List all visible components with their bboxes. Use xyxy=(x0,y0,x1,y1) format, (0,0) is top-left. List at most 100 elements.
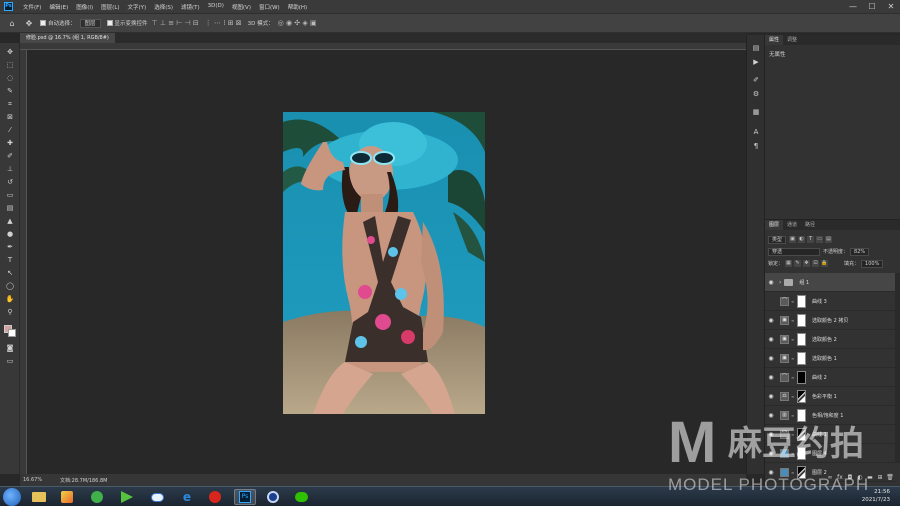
adjustments-icon[interactable]: ⚙ xyxy=(750,89,762,99)
align-icons[interactable]: ⊤ ⊥ ≡ ⊢ ⊣ ⊟ xyxy=(152,19,199,27)
adjustment-icon[interactable]: ⌒ xyxy=(780,429,789,439)
lock-transparent-icon[interactable]: ▦ xyxy=(785,260,793,267)
eraser-tool-icon[interactable]: ▭ xyxy=(4,190,16,200)
move-tool-icon[interactable]: ✥ xyxy=(4,47,16,57)
layer-row[interactable]: ◉ › 组 1 xyxy=(765,273,895,292)
link-layers-icon[interactable]: ∞ xyxy=(825,474,835,481)
layer-mask-thumbnail[interactable] xyxy=(797,427,806,441)
layer-row[interactable]: ◉ ⌒ ∞ 曲线 1 xyxy=(765,425,895,444)
layer-thumbnail[interactable] xyxy=(780,467,789,477)
mask-link-icon[interactable]: ∞ xyxy=(791,432,796,437)
pen-tool-icon[interactable]: ✒ xyxy=(4,242,16,252)
paragraph-icon[interactable]: ¶ xyxy=(750,141,762,151)
adjustment-icon[interactable]: ▣ xyxy=(780,334,789,344)
menu-item[interactable]: 编辑(E) xyxy=(45,3,72,11)
opacity-field[interactable]: 82% xyxy=(850,247,870,256)
tab-adjustments[interactable]: 调整 xyxy=(783,35,801,45)
mask-link-icon[interactable]: ∞ xyxy=(791,394,796,399)
layer-mask-thumbnail[interactable] xyxy=(797,408,806,422)
zoom-level[interactable]: 16.67% xyxy=(20,477,60,483)
visibility-eye-icon[interactable]: ◉ xyxy=(765,374,777,381)
menu-item[interactable]: 图层(L) xyxy=(97,3,123,11)
visibility-eye-icon[interactable]: ◉ xyxy=(765,393,777,400)
menu-item[interactable]: 文件(F) xyxy=(19,3,45,11)
visibility-eye-icon[interactable]: ◉ xyxy=(765,431,777,438)
quick-select-tool-icon[interactable]: ✎ xyxy=(4,86,16,96)
vertical-ruler[interactable] xyxy=(20,50,27,474)
taskbar-clock[interactable]: 21:56 2021/7/23 xyxy=(862,488,890,504)
adjustment-icon[interactable]: ⚖ xyxy=(780,391,789,401)
show-transform-checkbox[interactable] xyxy=(106,20,113,26)
horizontal-ruler[interactable] xyxy=(20,43,746,50)
mask-link-icon[interactable]: ∞ xyxy=(791,451,796,456)
visibility-eye-icon[interactable]: ◉ xyxy=(765,412,777,419)
layer-row[interactable]: ◉ ▣ ∞ 选取颜色 2 拷贝 xyxy=(765,311,895,330)
document-size[interactable]: 文档:28.7M/186.8M xyxy=(60,477,107,484)
tab-properties[interactable]: 属性 xyxy=(765,35,784,45)
mask-link-icon[interactable]: ∞ xyxy=(791,337,796,342)
filter-shape-icon[interactable]: ▭ xyxy=(816,236,824,243)
maximize-button[interactable]: ☐ xyxy=(863,0,881,13)
dodge-tool-icon[interactable]: ● xyxy=(4,229,16,239)
hand-tool-icon[interactable]: ✋ xyxy=(4,294,16,304)
visibility-eye-icon[interactable]: ◉ xyxy=(765,355,777,362)
layer-mask-thumbnail[interactable] xyxy=(797,446,806,460)
gradient-tool-icon[interactable]: ▤ xyxy=(4,203,16,213)
fill-field[interactable]: 100% xyxy=(861,259,884,268)
layer-row[interactable]: ◉ ⌒ ∞ 曲线 2 xyxy=(765,368,895,387)
lasso-tool-icon[interactable]: ◌ xyxy=(4,73,16,83)
netease-music-icon[interactable] xyxy=(204,489,226,505)
layer-list-scrollbar[interactable] xyxy=(895,273,900,463)
home-icon[interactable]: ⌂ xyxy=(6,17,18,29)
auto-select-dropdown[interactable]: 图层 xyxy=(79,18,101,28)
visibility-eye-icon[interactable]: ◉ xyxy=(765,469,777,476)
clone-source-icon[interactable]: ▦ xyxy=(750,107,762,117)
shape-tool-icon[interactable]: ◯ xyxy=(4,281,16,291)
type-tool-icon[interactable]: T xyxy=(4,255,16,265)
tab-paths[interactable]: 路径 xyxy=(801,220,819,230)
layer-thumbnail[interactable] xyxy=(780,448,789,458)
layer-row[interactable]: ◉ ▥ ∞ 色相/饱和度 1 xyxy=(765,406,895,425)
adjustment-icon[interactable]: ▣ xyxy=(780,353,789,363)
visibility-eye-icon[interactable]: ◉ xyxy=(765,336,777,343)
start-button[interactable] xyxy=(3,488,21,506)
layer-mask-thumbnail[interactable] xyxy=(797,370,806,384)
mask-link-icon[interactable]: ∞ xyxy=(791,356,796,361)
filter-adjust-icon[interactable]: ◐ xyxy=(798,236,806,243)
adjustment-icon[interactable]: ⌒ xyxy=(780,372,789,382)
lock-artboard-icon[interactable]: ⊡ xyxy=(812,260,820,267)
layer-row[interactable]: ◉ ▣ ∞ 选取颜色 1 xyxy=(765,349,895,368)
new-layer-icon[interactable]: ⊞ xyxy=(875,474,885,481)
mask-link-icon[interactable]: ∞ xyxy=(791,318,796,323)
filter-smart-icon[interactable]: ▤ xyxy=(825,236,833,243)
menu-item[interactable]: 视图(V) xyxy=(228,3,255,11)
layer-mask-thumbnail[interactable] xyxy=(797,332,806,346)
layer-row[interactable]: ◉ ⚖ ∞ 色彩平衡 1 xyxy=(765,387,895,406)
quick-mask-icon[interactable]: ◙ xyxy=(4,343,16,353)
zoom-tool-icon[interactable]: ⚲ xyxy=(4,307,16,317)
visibility-eye-icon[interactable]: ◉ xyxy=(765,279,777,286)
actions-play-icon[interactable]: ▶ xyxy=(750,57,762,67)
visibility-eye-icon[interactable]: ◉ xyxy=(765,450,777,457)
lock-all-icon[interactable]: 🔒 xyxy=(821,260,829,267)
add-mask-icon[interactable]: ◘ xyxy=(845,474,855,481)
baidu-netdisk-icon[interactable] xyxy=(146,489,168,505)
mask-link-icon[interactable]: ∞ xyxy=(791,299,796,304)
delete-layer-icon[interactable]: 🗑 xyxy=(885,474,895,481)
document-image[interactable] xyxy=(283,112,485,414)
background-color-swatch[interactable] xyxy=(8,329,16,337)
filter-type-icon[interactable]: T xyxy=(807,236,815,243)
character-icon[interactable]: A xyxy=(750,127,762,137)
brush-settings-icon[interactable]: ✐ xyxy=(750,75,762,85)
brush-tool-icon[interactable]: ✐ xyxy=(4,151,16,161)
menu-item[interactable]: 3D(D) xyxy=(204,3,228,11)
screen-mode-icon[interactable]: ▭ xyxy=(4,356,16,366)
menu-item[interactable]: 图像(I) xyxy=(72,3,97,11)
blend-mode-dropdown[interactable]: 穿透 xyxy=(768,247,820,256)
marquee-tool-icon[interactable]: ⬚ xyxy=(4,60,16,70)
minimize-button[interactable]: — xyxy=(844,0,862,13)
layer-row[interactable]: ◉ ∞ 图层 4 xyxy=(765,444,895,463)
history-brush-icon[interactable]: ↺ xyxy=(4,177,16,187)
document-tab[interactable]: 修脸.psd @ 16.7% (组 1, RGB/8#) xyxy=(20,33,115,43)
layer-mask-thumbnail[interactable] xyxy=(797,389,806,403)
